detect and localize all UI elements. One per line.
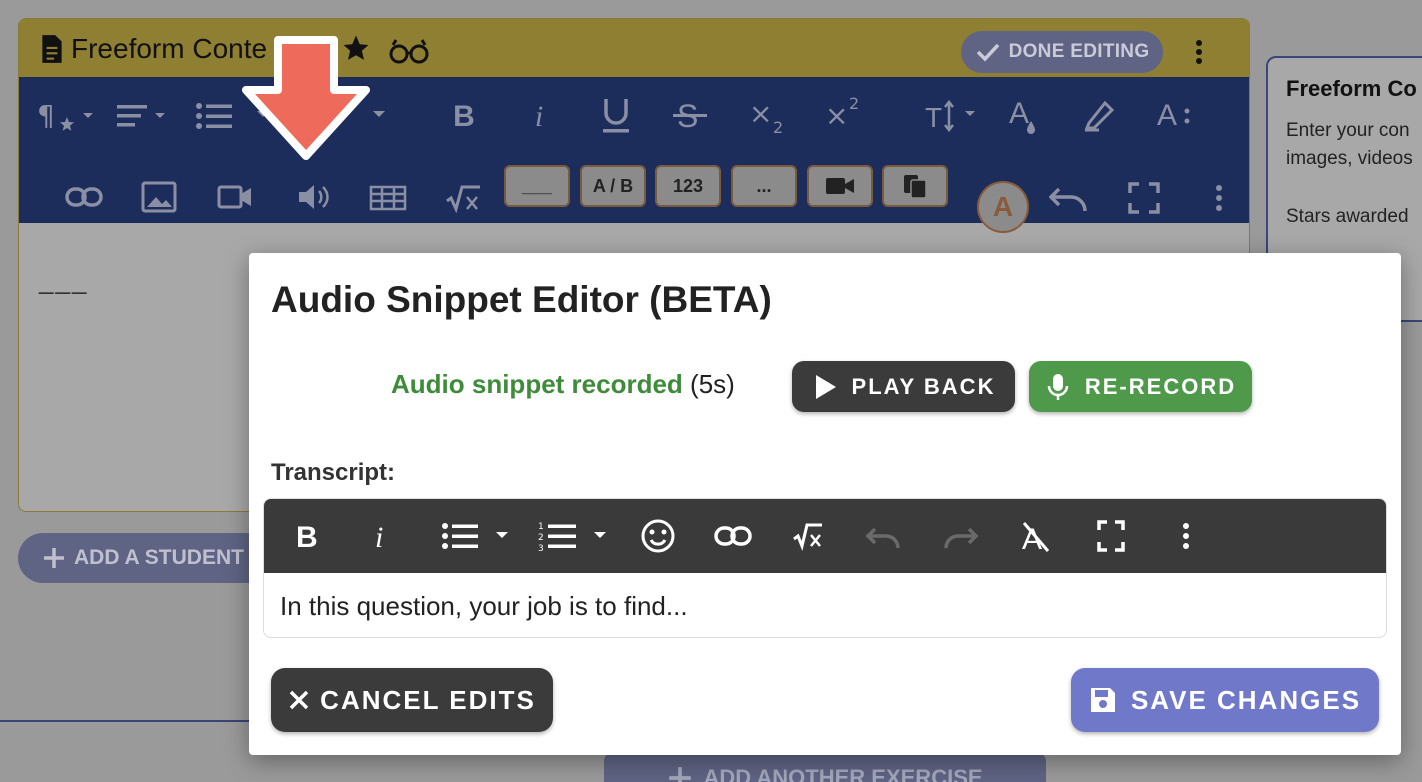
video-icon[interactable]: [217, 185, 253, 209]
redo-icon[interactable]: [942, 517, 978, 555]
card-more-icon[interactable]: [1187, 37, 1211, 67]
italic-icon[interactable]: i: [372, 517, 392, 555]
align-icon[interactable]: [115, 101, 171, 131]
font-color-icon[interactable]: A: [1009, 95, 1041, 137]
done-editing-button[interactable]: DONE EDITING: [961, 31, 1163, 73]
math-icon[interactable]: [445, 183, 481, 213]
paste-icon: [904, 175, 927, 199]
paste-pill-button[interactable]: [882, 165, 948, 207]
accent-circle-button[interactable]: A: [977, 181, 1029, 233]
re-record-button[interactable]: RE-RECORD: [1029, 361, 1252, 412]
video-camera-pill-button[interactable]: [807, 165, 873, 207]
card-title: Freeform Conte: [39, 33, 267, 65]
superscript-icon[interactable]: × 2: [823, 91, 863, 131]
undo-icon[interactable]: [1049, 185, 1089, 213]
svg-text:2: 2: [773, 118, 783, 137]
text-size-icon[interactable]: T: [925, 99, 983, 133]
plus-icon: [44, 548, 64, 568]
card-body-text: ___: [39, 265, 89, 295]
bold-icon[interactable]: B: [447, 97, 481, 137]
more-icon[interactable]: [1176, 517, 1196, 555]
math-icon[interactable]: [792, 517, 824, 555]
cancel-edits-button[interactable]: CANCEL EDITS: [271, 668, 553, 732]
plus-icon: [669, 767, 692, 782]
play-back-button[interactable]: PLAY BACK: [792, 361, 1015, 412]
svg-text:i: i: [375, 521, 383, 554]
check-icon: [976, 43, 999, 62]
recording-duration: (5s): [690, 369, 735, 399]
microphone-icon: [1047, 373, 1069, 400]
side-card-title: Freeform Co: [1286, 76, 1417, 101]
audio-snippet-modal: Audio Snippet Editor (BETA) Audio snippe…: [249, 253, 1401, 755]
italic-icon[interactable]: i: [525, 97, 553, 137]
side-card-line2: images, videos: [1286, 148, 1413, 169]
svg-text:2: 2: [538, 533, 544, 543]
play-back-label: PLAY BACK: [851, 373, 996, 399]
transcript-editor: B i 123 A In this question, your job is …: [263, 498, 1387, 638]
bold-icon[interactable]: B: [294, 517, 322, 555]
save-changes-button[interactable]: SAVE CHANGES: [1071, 668, 1379, 732]
re-record-label: RE-RECORD: [1084, 373, 1237, 399]
save-changes-label: SAVE CHANGES: [1130, 684, 1362, 715]
transcript-text[interactable]: In this question, your job is to find...: [280, 591, 688, 622]
recording-status: Audio snippet recorded (5s): [391, 369, 735, 400]
audio-icon[interactable]: [297, 183, 331, 211]
bullet-list-icon[interactable]: [440, 517, 520, 555]
undo-icon[interactable]: [866, 517, 902, 555]
svg-text:¶: ¶: [37, 99, 55, 132]
underline-icon[interactable]: [599, 95, 633, 135]
fullscreen-icon[interactable]: [1096, 517, 1126, 555]
transcript-editor-toolbar: B i 123 A: [264, 499, 1386, 573]
paragraph-star-icon[interactable]: ¶: [37, 99, 97, 133]
text-style-icon[interactable]: A: [1157, 95, 1195, 135]
svg-text:2: 2: [849, 94, 859, 113]
add-student-label: ADD A STUDENT: [74, 546, 244, 569]
page-divider: [0, 720, 249, 722]
video-camera-icon: [826, 178, 854, 194]
more-icon[interactable]: [1209, 183, 1229, 213]
play-icon: [815, 374, 836, 399]
strikethrough-icon[interactable]: S: [671, 97, 709, 133]
blank-pill-button[interactable]: ___: [504, 165, 570, 207]
emoji-icon[interactable]: [640, 517, 676, 555]
bullet-list-icon[interactable]: [195, 101, 235, 131]
transcript-label: Transcript:: [271, 459, 396, 486]
numbered-list-icon[interactable]: 123: [538, 517, 618, 555]
svg-text:A: A: [1157, 99, 1177, 132]
fullscreen-icon[interactable]: [1127, 181, 1161, 215]
link-icon[interactable]: [65, 185, 103, 209]
image-icon[interactable]: [141, 181, 177, 213]
clear-format-icon[interactable]: A: [1020, 517, 1052, 555]
svg-text:T: T: [925, 102, 942, 133]
table-icon[interactable]: [369, 185, 407, 211]
subscript-icon[interactable]: × 2: [747, 97, 787, 137]
svg-text:×: ×: [749, 97, 772, 130]
arrow-down-icon: [242, 36, 370, 160]
document-icon: [42, 35, 62, 63]
ab-pill-button[interactable]: A / B: [580, 165, 646, 207]
side-card-line1: Enter your con: [1286, 120, 1410, 141]
number-pill-button[interactable]: 123: [655, 165, 721, 207]
add-exercise-label: ADD ANOTHER EXERCISE: [703, 765, 983, 782]
link-icon[interactable]: [714, 517, 752, 555]
close-icon: [289, 690, 309, 710]
recording-status-text: Audio snippet recorded: [391, 369, 683, 399]
svg-text:1: 1: [538, 522, 544, 532]
modal-title: Audio Snippet Editor (BETA): [271, 279, 772, 320]
svg-text:3: 3: [538, 544, 544, 554]
svg-text:×: ×: [825, 99, 848, 131]
glasses-icon[interactable]: [389, 37, 429, 65]
svg-text:A: A: [1009, 97, 1029, 130]
side-card-line3: Stars awarded: [1286, 206, 1409, 227]
add-exercise-button[interactable]: ADD ANOTHER EXERCISE: [604, 753, 1046, 782]
done-editing-label: DONE EDITING: [1008, 41, 1150, 62]
ellipsis-pill-button[interactable]: ...: [731, 165, 797, 207]
cancel-edits-label: CANCEL EDITS: [320, 684, 536, 715]
svg-text:B: B: [296, 521, 318, 554]
highlighter-icon[interactable]: [1081, 97, 1117, 133]
save-icon: [1090, 688, 1115, 712]
